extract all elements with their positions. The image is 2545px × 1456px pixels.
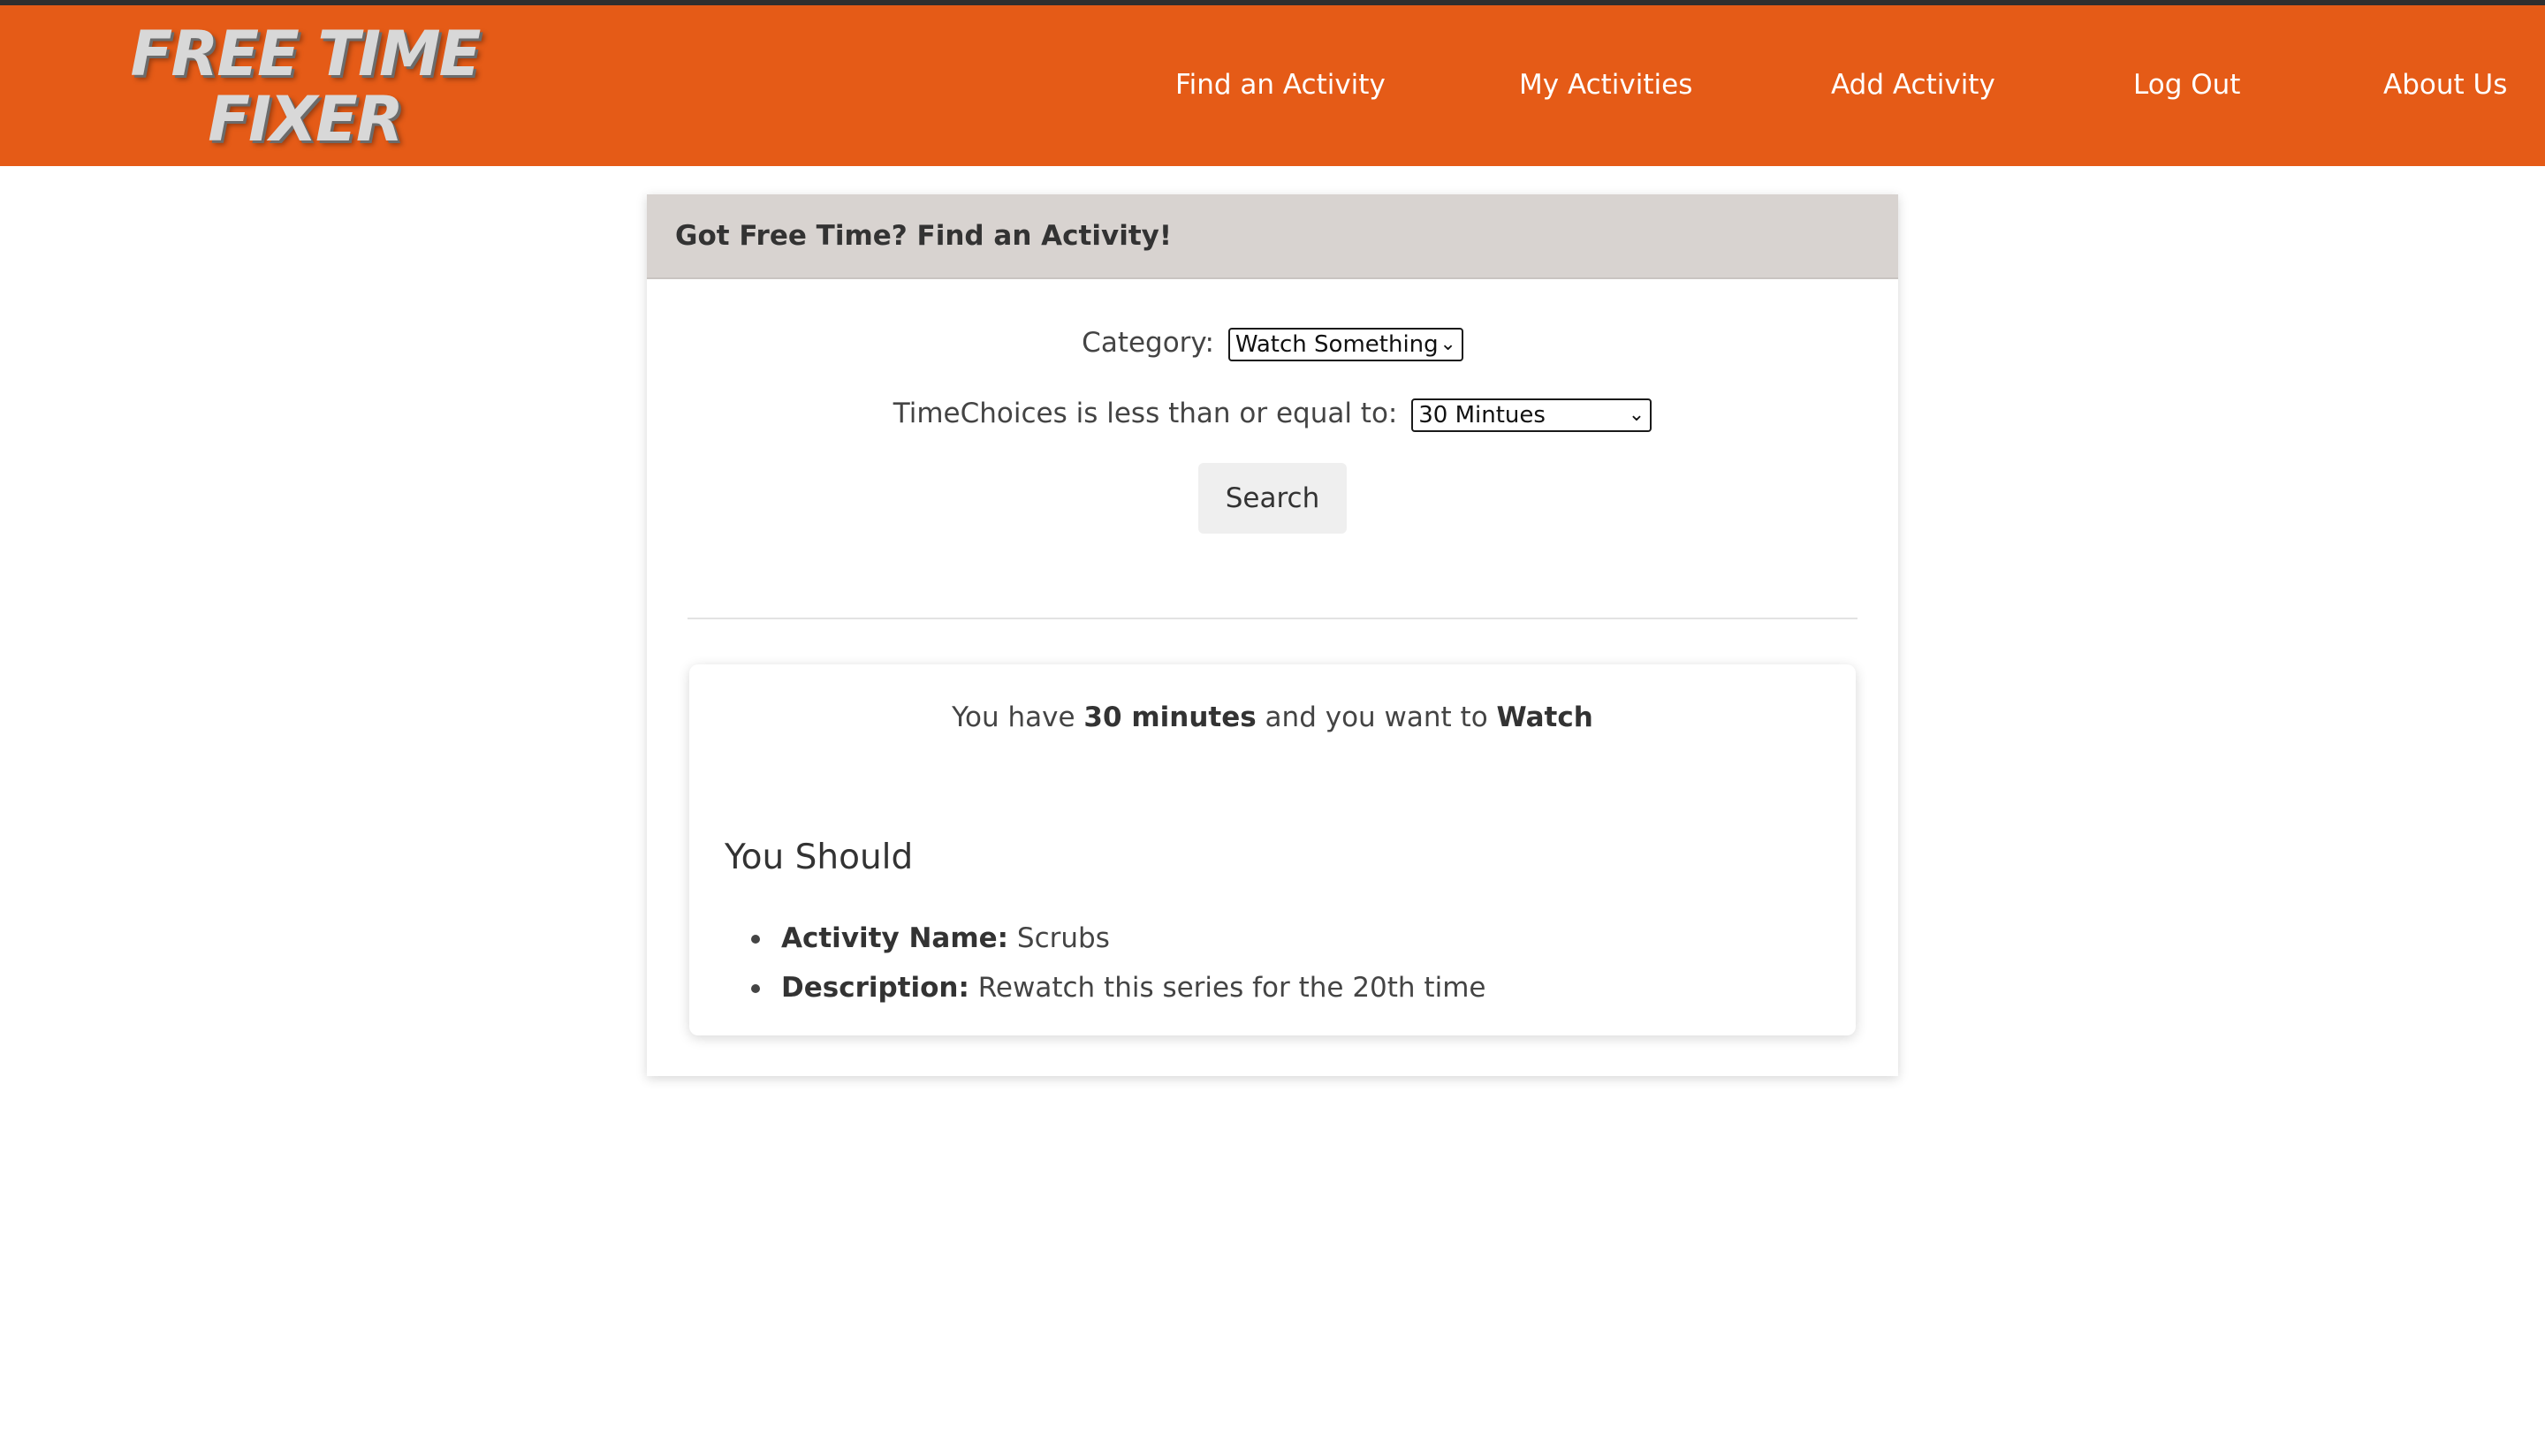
time-selected-value: 30 Mintues [1418, 401, 1546, 428]
activity-finder-card: Got Free Time? Find an Activity! Categor… [647, 194, 1898, 1076]
category-row: Category: Watch Something ⌄ [647, 327, 1898, 361]
description-label: Description: [781, 972, 969, 1004]
nav-my-activities[interactable]: My Activities [1519, 69, 1692, 101]
activity-name-label: Activity Name: [781, 922, 1009, 954]
time-row: TimeChoices is less than or equal to: 30… [647, 398, 1898, 432]
summary-category: Watch [1496, 701, 1593, 733]
summary-middle: and you want to [1265, 701, 1488, 733]
result-details: Activity Name: Scrubs Description: Rewat… [725, 914, 1485, 1012]
logo-line-1: FREE TIME [130, 18, 482, 90]
navbar: FREE TIME FIXER Find an Activity My Acti… [0, 5, 2545, 166]
site-logo[interactable]: FREE TIME FIXER [124, 21, 486, 154]
time-select[interactable]: 30 Mintues ⌄ [1411, 398, 1652, 432]
summary-time: 30 minutes [1083, 701, 1257, 733]
nav-about-us[interactable]: About Us [2383, 69, 2507, 101]
activity-name-value: Scrubs [1016, 922, 1110, 954]
list-item: Description: Rewatch this series for the… [725, 963, 1485, 1012]
result-summary: You have 30 minutes and you want to Watc… [689, 701, 1856, 733]
card-header: Got Free Time? Find an Activity! [647, 194, 1898, 279]
chevron-down-icon: ⌄ [1628, 403, 1645, 426]
logo-line-2: FIXER [208, 83, 404, 155]
time-label: TimeChoices is less than or equal to: [893, 398, 1398, 429]
summary-prefix: You have [952, 701, 1075, 733]
category-selected-value: Watch Something [1235, 330, 1439, 358]
nav-add-activity[interactable]: Add Activity [1831, 69, 1995, 101]
card-title: Got Free Time? Find an Activity! [675, 220, 1172, 252]
nav-find-activity[interactable]: Find an Activity [1175, 69, 1386, 101]
divider [688, 618, 1857, 619]
result-heading: You Should [725, 838, 914, 877]
search-button[interactable]: Search [1198, 463, 1347, 534]
category-select[interactable]: Watch Something ⌄ [1227, 327, 1463, 361]
result-panel: You have 30 minutes and you want to Watc… [689, 664, 1856, 1035]
description-value: Rewatch this series for the 20th time [977, 972, 1486, 1004]
nav-log-out[interactable]: Log Out [2133, 69, 2240, 101]
chevron-down-icon: ⌄ [1440, 332, 1456, 355]
list-item: Activity Name: Scrubs [725, 914, 1485, 963]
category-label: Category: [1082, 327, 1214, 359]
